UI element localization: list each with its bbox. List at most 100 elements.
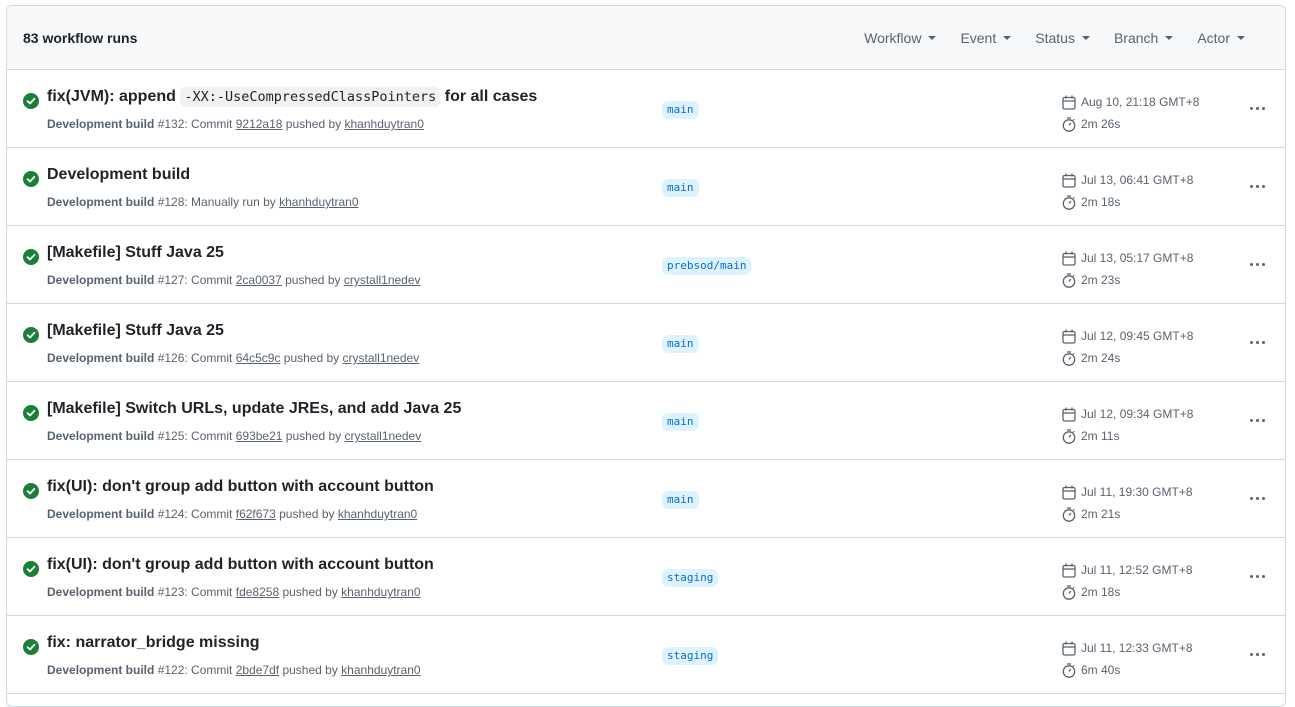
run-title-text: [Makefile] Stuff Java 25 bbox=[47, 322, 224, 339]
kebab-dot bbox=[1261, 496, 1265, 500]
check-circle-fill-icon bbox=[23, 483, 39, 499]
workflow-name: Development build bbox=[47, 507, 155, 521]
trigger-text-mid: pushed by bbox=[275, 507, 338, 521]
branch-label[interactable]: main bbox=[662, 179, 699, 197]
run-meta: Development build #127: Commit 2ca0037 p… bbox=[47, 273, 421, 287]
workflow-run-row: fix(UI): don't group add button with acc… bbox=[7, 538, 1285, 616]
run-meta: Development build #132: Commit 9212a18 p… bbox=[47, 117, 424, 131]
actor-link[interactable]: crystall1nedev bbox=[345, 429, 422, 443]
branch-label[interactable]: staging bbox=[662, 647, 719, 665]
run-title-text: [Makefile] Stuff Java 25 bbox=[47, 244, 224, 261]
run-title-link[interactable]: fix(UI): don't group add button with acc… bbox=[47, 478, 434, 496]
check-circle-fill-icon bbox=[23, 405, 39, 421]
actor-link[interactable]: khanhduytran0 bbox=[345, 117, 424, 131]
check-circle-fill-icon bbox=[23, 171, 39, 187]
branch-label[interactable]: staging bbox=[662, 569, 719, 587]
commit-link[interactable]: fde8258 bbox=[236, 585, 279, 599]
run-actions-button[interactable] bbox=[1240, 644, 1274, 664]
run-number: #127 bbox=[157, 273, 185, 287]
run-title-link[interactable]: [Makefile] Stuff Java 25 bbox=[47, 244, 224, 262]
kebab-dot bbox=[1261, 418, 1265, 422]
kebab-dot bbox=[1249, 262, 1253, 266]
run-title-link[interactable]: Development build bbox=[47, 166, 190, 184]
run-meta: Development build #128: Manually run by … bbox=[47, 195, 359, 209]
run-title-link[interactable]: fix: narrator_bridge missing bbox=[47, 634, 260, 652]
commit-link[interactable]: 693be21 bbox=[236, 429, 283, 443]
filter-label: Branch bbox=[1113, 29, 1159, 46]
trigger-text-mid: pushed by bbox=[279, 663, 342, 677]
run-title-text: fix: narrator_bridge missing bbox=[47, 634, 260, 651]
commit-link[interactable]: 9212a18 bbox=[236, 117, 283, 131]
workflow-run-row: fix(UI): don't group add button with acc… bbox=[7, 460, 1285, 538]
run-date-line: Jul 13, 06:41 GMT+8 bbox=[1062, 170, 1193, 190]
workflow-run-row: [Makefile] Switch URLs, update JREs, and… bbox=[7, 382, 1285, 460]
run-number: #124 bbox=[157, 507, 185, 521]
actor-link[interactable]: khanhduytran0 bbox=[341, 663, 420, 677]
run-actions-button[interactable] bbox=[1240, 488, 1274, 508]
run-duration-line: 6m 40s bbox=[1062, 660, 1193, 680]
run-date-line: Jul 11, 12:52 GMT+8 bbox=[1062, 560, 1193, 580]
commit-link[interactable]: 64c5c9c bbox=[236, 351, 281, 365]
commit-link[interactable]: 2ca0037 bbox=[236, 273, 282, 287]
workflow-run-row: fix(JVM): append -XX:-UseCompressedClass… bbox=[7, 70, 1285, 148]
trigger-text: : Manually run by bbox=[184, 195, 280, 209]
run-duration-line: 2m 18s bbox=[1062, 582, 1193, 602]
filter-status-dropdown[interactable]: Status bbox=[1023, 30, 1102, 46]
trigger-text-mid: pushed by bbox=[282, 429, 345, 443]
run-duration-line: 2m 21s bbox=[1062, 504, 1193, 524]
run-title-link[interactable]: fix(UI): don't group add button with acc… bbox=[47, 556, 434, 574]
run-actions-button[interactable] bbox=[1240, 566, 1274, 586]
filter-label: Actor bbox=[1197, 29, 1230, 46]
run-duration-line: 2m 11s bbox=[1062, 426, 1193, 446]
trigger-text: : Commit bbox=[184, 585, 236, 599]
run-timing: Jul 12, 09:45 GMT+8 2m 24s bbox=[1062, 326, 1193, 370]
run-duration: 2m 23s bbox=[1081, 273, 1121, 287]
run-duration: 2m 21s bbox=[1081, 507, 1121, 521]
stopwatch-icon bbox=[1062, 350, 1076, 366]
run-title-link[interactable]: fix(JVM): append -XX:-UseCompressedClass… bbox=[47, 87, 537, 107]
run-date: Jul 11, 12:33 GMT+8 bbox=[1081, 641, 1193, 655]
run-title-text: [Makefile] Switch URLs, update JREs, and… bbox=[47, 400, 462, 417]
calendar-icon bbox=[1062, 173, 1076, 188]
stopwatch-icon bbox=[1062, 194, 1076, 210]
triangle-down-icon bbox=[928, 35, 937, 40]
branch-label[interactable]: main bbox=[662, 335, 699, 353]
filter-event-dropdown[interactable]: Event bbox=[948, 30, 1023, 46]
run-date: Jul 11, 12:52 GMT+8 bbox=[1081, 563, 1193, 577]
branch-label[interactable]: main bbox=[662, 491, 699, 509]
run-title-link[interactable]: [Makefile] Stuff Java 25 bbox=[47, 322, 224, 340]
run-duration: 2m 24s bbox=[1081, 351, 1121, 365]
run-number: #132 bbox=[157, 117, 185, 131]
filter-workflow-dropdown[interactable]: Workflow bbox=[852, 30, 948, 46]
actor-link[interactable]: crystall1nedev bbox=[342, 351, 419, 365]
run-number: #122 bbox=[157, 663, 185, 677]
actor-link[interactable]: khanhduytran0 bbox=[279, 195, 358, 209]
trigger-text: : Commit bbox=[184, 117, 236, 131]
filter-branch-dropdown[interactable]: Branch bbox=[1102, 30, 1185, 46]
trigger-text-mid: pushed by bbox=[281, 273, 344, 287]
actor-link[interactable]: khanhduytran0 bbox=[338, 507, 417, 521]
branch-label[interactable]: main bbox=[662, 413, 699, 431]
kebab-dot bbox=[1249, 652, 1253, 656]
triangle-down-icon bbox=[1081, 35, 1090, 40]
run-date-line: Jul 11, 19:30 GMT+8 bbox=[1062, 482, 1193, 502]
actor-link[interactable]: khanhduytran0 bbox=[341, 585, 420, 599]
actor-link[interactable]: crystall1nedev bbox=[344, 273, 421, 287]
commit-link[interactable]: f62f673 bbox=[236, 507, 276, 521]
run-actions-button[interactable] bbox=[1240, 332, 1274, 352]
run-actions-button[interactable] bbox=[1240, 98, 1274, 118]
filter-actor-dropdown[interactable]: Actor bbox=[1185, 30, 1257, 46]
run-actions-button[interactable] bbox=[1240, 176, 1274, 196]
run-actions-button[interactable] bbox=[1240, 410, 1274, 430]
filter-label: Event bbox=[960, 29, 997, 46]
commit-link[interactable]: 2bde7df bbox=[236, 663, 279, 677]
run-title-link[interactable]: [Makefile] Switch URLs, update JREs, and… bbox=[47, 400, 461, 418]
run-actions-button[interactable] bbox=[1240, 254, 1274, 274]
run-date: Jul 12, 09:34 GMT+8 bbox=[1081, 407, 1194, 421]
branch-label[interactable]: main bbox=[662, 101, 699, 119]
trigger-text: : Commit bbox=[184, 351, 236, 365]
branch-label[interactable]: prebsod/main bbox=[662, 257, 752, 275]
stopwatch-icon bbox=[1062, 428, 1076, 444]
trigger-text: : Commit bbox=[184, 507, 236, 521]
check-circle-fill-icon bbox=[23, 639, 39, 655]
